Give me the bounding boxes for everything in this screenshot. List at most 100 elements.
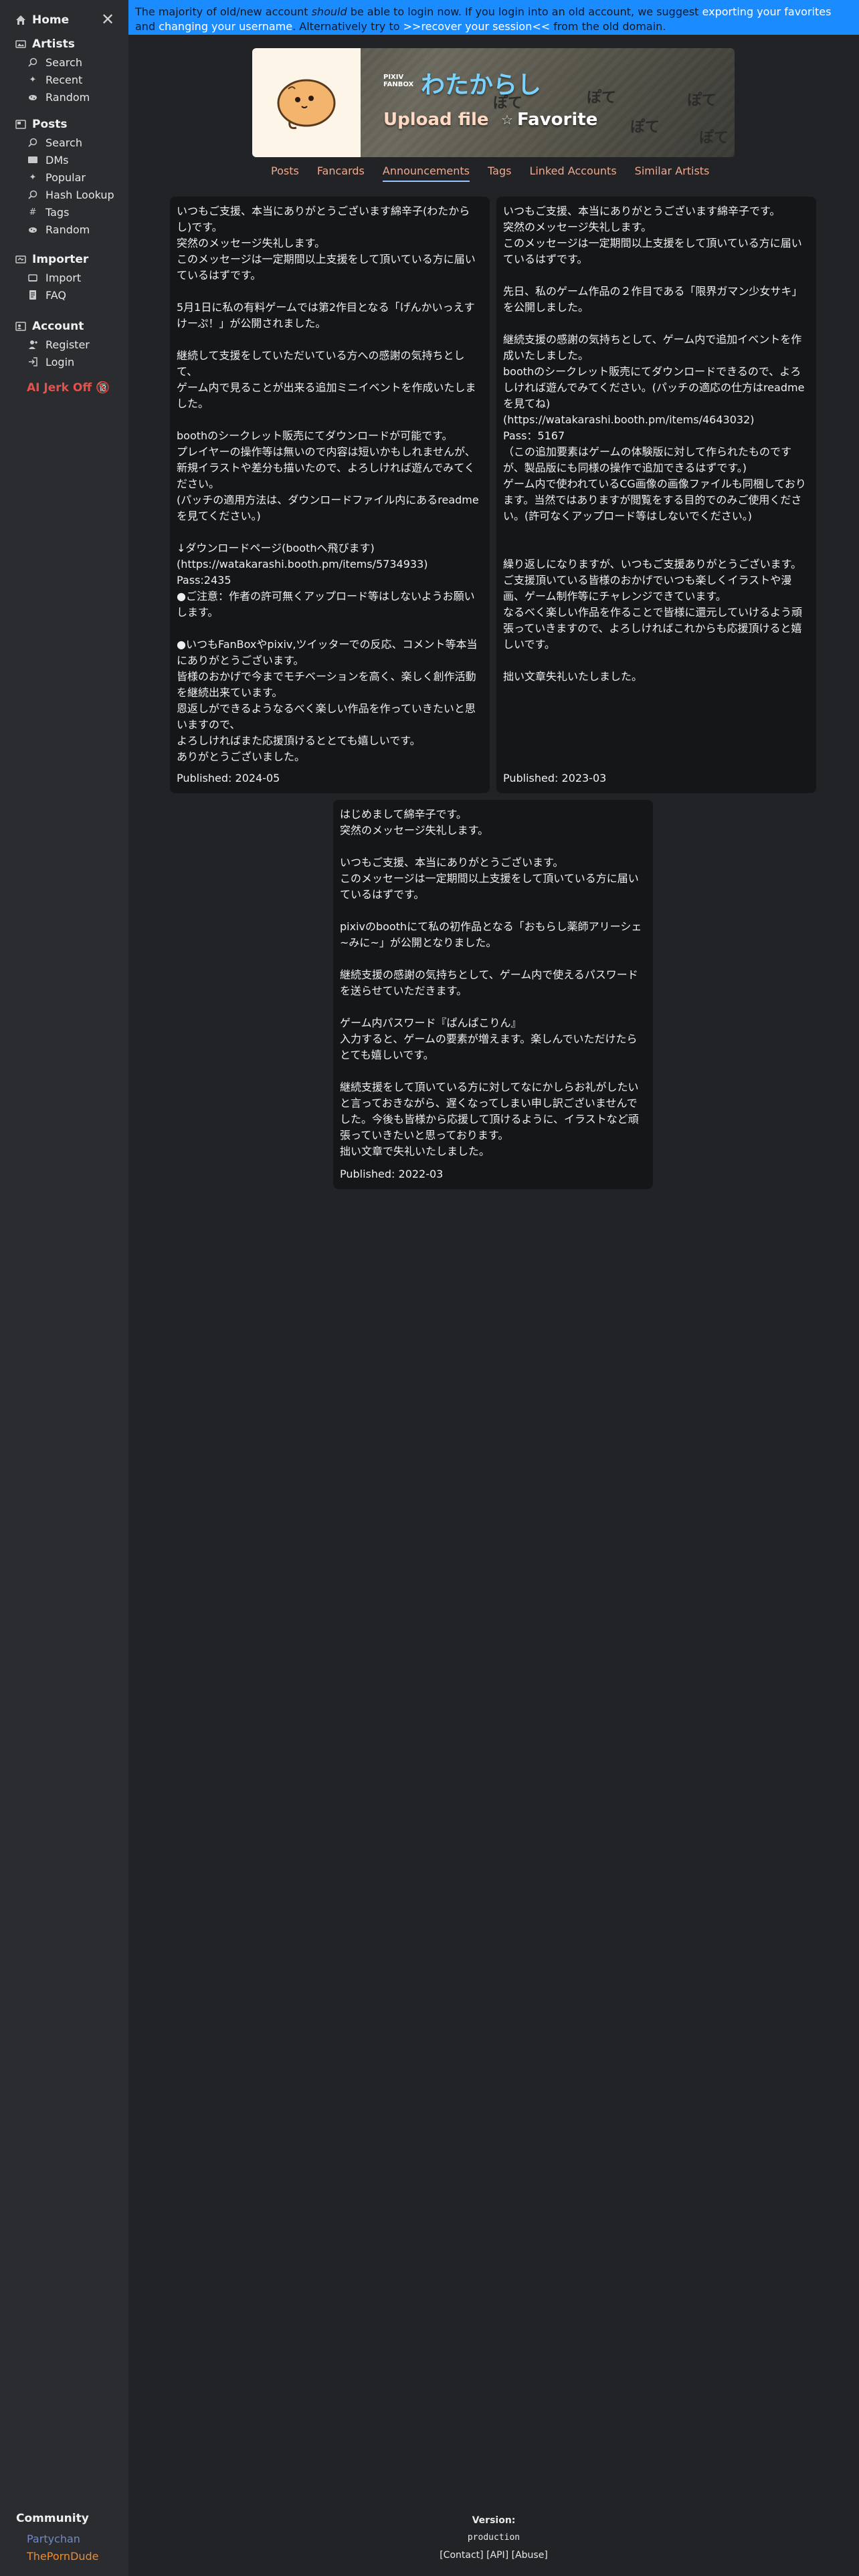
sidebar-item-label: FAQ (45, 288, 66, 302)
announcement-card: いつもご支援、本当にありがとうございます綿辛子です。 突然のメッセージ失礼します… (496, 197, 816, 793)
service-logo: PIXIV FANBOX (383, 74, 413, 88)
banner-text: should (311, 5, 347, 18)
partychan-link[interactable]: Partychan (16, 2531, 99, 2548)
abuse-link[interactable]: [Abuse] (512, 2550, 548, 2561)
artist-name[interactable]: わたからし (421, 66, 541, 100)
api-link[interactable]: [API] (486, 2550, 508, 2561)
tab-linked-accounts[interactable]: Linked Accounts (529, 165, 616, 182)
sidebar-item-artists-search[interactable]: Search (15, 53, 90, 71)
faq-icon (27, 289, 39, 301)
announcement-body: いつもご支援、本当にありがとうございます綿辛子(わたからし)です。 突然のメッセ… (177, 205, 479, 763)
home-icon (15, 14, 27, 26)
announcement-card: いつもご支援、本当にありがとうございます綿辛子(わたからし)です。 突然のメッセ… (170, 197, 490, 793)
search-icon (27, 189, 39, 201)
banner-text: from the old domain. (550, 20, 666, 33)
doodle-text: ぽて (687, 92, 717, 109)
sidebar-item-label: Random (45, 223, 90, 236)
favorite-label: Favorite (516, 110, 598, 130)
account-title: Account (32, 320, 84, 333)
sidebar-item-label: Hash Lookup (45, 188, 114, 201)
footer-links: [Contact] [API] [Abuse] (128, 2547, 859, 2564)
sidebar-item-label: Popular (45, 171, 86, 184)
account-icon (15, 320, 27, 332)
sidebar-item-posts-hash-lookup[interactable]: Hash Lookup (15, 186, 114, 203)
sidebar-section-importer: Importer Import FAQ (15, 250, 88, 304)
sidebar-item-posts-random[interactable]: Random (15, 221, 114, 238)
login-icon (27, 356, 39, 368)
notice-banner: The majority of old/new account should b… (128, 0, 859, 35)
posts-title: Posts (32, 118, 68, 131)
doodle-text: ぽて (587, 90, 617, 106)
sidebar-item-label: Login (45, 355, 75, 368)
artist-avatar[interactable] (252, 48, 361, 157)
sidebar-item-posts-dms[interactable]: DMs (15, 151, 114, 169)
sidebar-section-artists: Artists Search ✦ Recent Random (15, 35, 90, 106)
posts-icon (15, 118, 27, 130)
sidebar-item-import[interactable]: Import (15, 269, 88, 286)
importer-icon (15, 253, 27, 265)
sidebar-item-label: Search (45, 136, 82, 149)
search-icon (27, 136, 39, 148)
announcement-published: Published: 2022-03 (340, 1168, 444, 1180)
version-value: production (467, 2533, 520, 2543)
change-username-link[interactable]: changing your username (159, 20, 292, 33)
importer-title: Importer (32, 253, 89, 266)
hash-icon: # (29, 207, 37, 217)
banner-text: be able to login now. If you login into … (347, 5, 702, 18)
home-label: Home (32, 13, 70, 27)
tab-posts[interactable]: Posts (271, 165, 299, 182)
sidebar-item-artists-recent[interactable]: ✦ Recent (15, 71, 90, 88)
sidebar-item-artists-random[interactable]: Random (15, 88, 90, 106)
announcement-body: いつもご支援、本当にありがとうございます綿辛子です。 突然のメッセージ失礼します… (503, 205, 806, 683)
sidebar-section-posts: Posts Search DMs ✦ Popular Hash Lookup #… (15, 115, 114, 238)
shuffle-icon (27, 223, 39, 235)
sidebar-item-label: Search (45, 56, 82, 69)
recover-session-link[interactable]: >>recover your session<< (403, 20, 551, 33)
close-icon[interactable]: ✕ (99, 11, 116, 28)
sidebar-item-label: Random (45, 90, 90, 104)
tab-fancards[interactable]: Fancards (317, 165, 365, 182)
footer: Version: production [Contact] [API] [Abu… (128, 2512, 859, 2564)
register-icon (27, 338, 39, 350)
sidebar-home[interactable]: Home (15, 11, 69, 29)
sidebar: Home ✕ Artists Search ✦ Recent Random Po… (0, 0, 128, 2576)
banner-text: . Alternatively try to (292, 20, 403, 33)
community-title: Community (16, 2512, 89, 2525)
export-favorites-link[interactable]: exporting your favorites (702, 5, 832, 18)
community-section: Community Partychan ThePornDude (16, 2512, 99, 2565)
version-label: Version: (472, 2515, 516, 2526)
sidebar-item-faq[interactable]: FAQ (15, 286, 88, 304)
announcement-published: Published: 2024-05 (177, 772, 280, 784)
ai-jerk-off-link[interactable]: AI Jerk Off 🔞 (27, 381, 110, 395)
import-icon (27, 272, 39, 284)
tab-tags[interactable]: Tags (488, 165, 511, 182)
sidebar-item-posts-search[interactable]: Search (15, 134, 114, 151)
sparkle-icon: ✦ (29, 172, 37, 183)
sidebar-item-label: Register (45, 338, 90, 351)
upload-file-button[interactable]: Upload file (383, 110, 489, 130)
sidebar-item-label: Recent (45, 73, 83, 86)
doodle-text: ぽて (699, 130, 729, 146)
star-icon: ☆ (501, 112, 513, 128)
theporndude-link[interactable]: ThePornDude (16, 2548, 99, 2565)
tab-announcements[interactable]: Announcements (382, 165, 470, 182)
banner-text: and (135, 20, 159, 33)
contact-link[interactable]: [Contact] (440, 2550, 483, 2561)
doodle-text: ぽて (630, 119, 660, 136)
announcement-published: Published: 2023-03 (503, 772, 607, 784)
sidebar-item-register[interactable]: Register (15, 336, 90, 353)
sparkle-icon: ✦ (29, 74, 37, 85)
tab-similar-artists[interactable]: Similar Artists (635, 165, 710, 182)
favorite-button[interactable]: ☆ Favorite (501, 110, 597, 130)
shuffle-icon (27, 91, 39, 103)
service-logo-text: FANBOX (383, 81, 414, 88)
mochi-avatar-icon (277, 79, 336, 129)
sidebar-item-label: DMs (45, 153, 69, 167)
artists-icon (15, 38, 27, 50)
sidebar-item-label: Tags (45, 205, 70, 219)
sidebar-item-posts-tags[interactable]: # Tags (15, 203, 114, 221)
artist-tabs: Posts Fancards Announcements Tags Linked… (271, 165, 709, 182)
sidebar-item-posts-popular[interactable]: ✦ Popular (15, 169, 114, 186)
artists-title: Artists (32, 37, 75, 51)
sidebar-item-login[interactable]: Login (15, 353, 90, 370)
